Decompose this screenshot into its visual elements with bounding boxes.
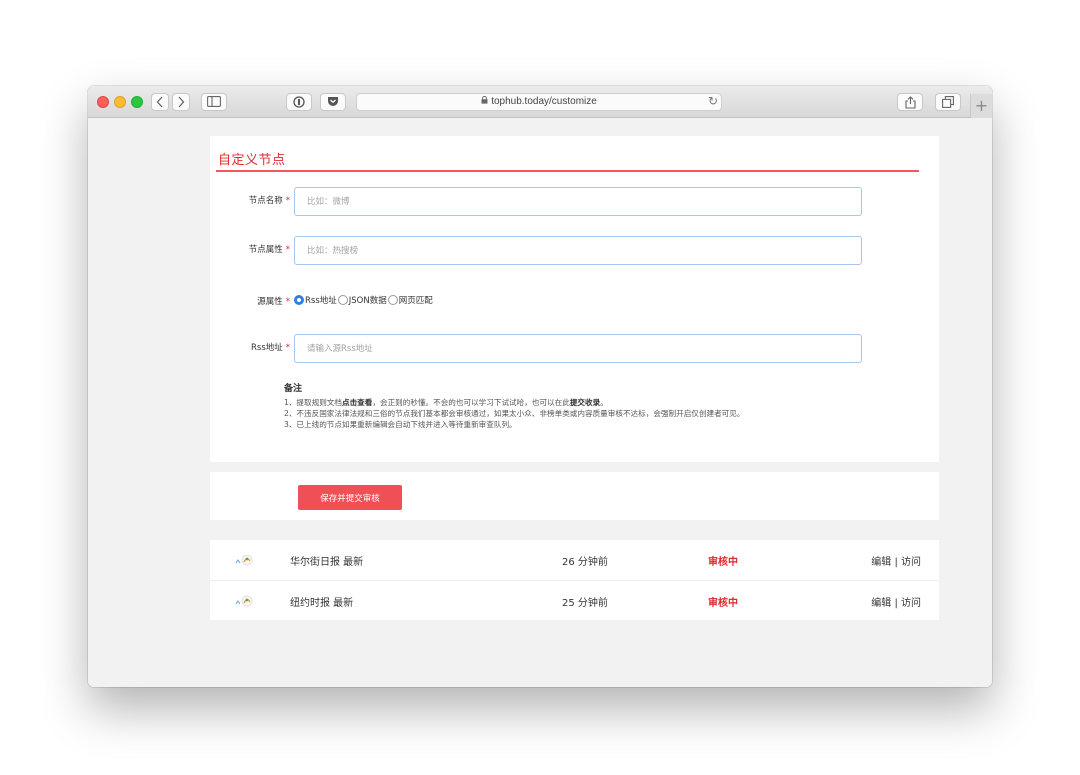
list-item: 纽约时报 最新 25 分钟前 审核中 编辑 | 访问 — [210, 580, 939, 620]
node-logo-icon — [235, 554, 253, 566]
radio-selected-icon — [294, 295, 304, 305]
reload-icon[interactable]: ↻ — [708, 94, 718, 108]
row-actions: 编辑 | 访问 — [871, 553, 921, 568]
radio-empty-icon — [337, 295, 348, 305]
lock-icon — [481, 94, 488, 110]
url-text: tophub.today/customize — [491, 96, 597, 107]
pocket-extension-button[interactable] — [320, 93, 346, 111]
node-name: 华尔街日报 最新 — [290, 557, 364, 568]
radio-rss[interactable]: Rss地址 — [294, 294, 337, 306]
chevron-right-icon — [178, 96, 185, 108]
edit-link[interactable]: 编辑 — [871, 557, 891, 568]
pocket-icon — [328, 97, 338, 106]
tabs-icon — [942, 96, 954, 108]
row-actions: 编辑 | 访问 — [871, 594, 921, 609]
new-tab-button[interactable]: + — [970, 94, 992, 118]
node-name: 纽约时报 最新 — [290, 598, 354, 609]
share-icon — [904, 96, 916, 109]
browser-toolbar: tophub.today/customize ↻ + — [88, 86, 992, 118]
radio-empty-icon — [387, 295, 398, 305]
action-separator: | — [894, 557, 898, 568]
required-mark: * — [285, 196, 290, 206]
required-mark: * — [285, 297, 290, 307]
radio-webpage[interactable]: 网页匹配 — [387, 294, 433, 306]
visit-link[interactable]: 访问 — [901, 598, 921, 609]
notes-heading: 备注 — [284, 384, 303, 394]
radio-json[interactable]: JSON数据 — [337, 294, 387, 306]
status-badge: 审核中 — [708, 598, 738, 609]
required-mark: * — [285, 245, 290, 255]
note-line-2: 2、不违反国家法律法规和三俗的节点我们基本都会审核通过，如果太小众、非榜单类或内… — [284, 409, 745, 418]
chevron-left-icon — [156, 96, 163, 108]
tabs-overview-button[interactable] — [935, 93, 961, 111]
node-logo-icon — [235, 595, 253, 607]
node-name-input[interactable] — [294, 187, 862, 216]
source-attr-label: 源属性 * — [257, 297, 290, 307]
source-attr-radio-group: Rss地址 JSON数据 网页匹配 — [294, 294, 434, 306]
node-name-label: 节点名称 * — [248, 196, 290, 206]
note-line-1: 1、提取规则文档点击查看，会正则的秒懂。不会的也可以学习下试试哈，也可以在此提交… — [284, 398, 608, 407]
required-mark: * — [285, 343, 290, 353]
submission-list: 华尔街日报 最新 26 分钟前 审核中 编辑 | 访问 纽约时报 最新 25 分… — [210, 540, 939, 620]
share-button[interactable] — [897, 93, 923, 111]
submitted-time: 25 分钟前 — [562, 598, 608, 609]
status-badge: 审核中 — [708, 557, 738, 568]
action-separator: | — [894, 598, 898, 609]
privacy-extension-button[interactable] — [286, 93, 312, 111]
custom-node-form: 自定义节点 节点名称* 节点属性* 源属性* Rss地址 JSON数据 — [210, 136, 939, 462]
visit-link[interactable]: 访问 — [901, 557, 921, 568]
close-window-button[interactable] — [97, 96, 109, 108]
node-attr-input[interactable] — [294, 236, 862, 265]
address-bar[interactable]: tophub.today/customize — [356, 93, 722, 111]
save-bar: 保存并提交审核 — [210, 472, 939, 520]
rss-url-input[interactable] — [294, 334, 862, 363]
submit-link[interactable]: 提交收录 — [570, 398, 600, 407]
rss-url-label: Rss地址 * — [250, 343, 290, 353]
sidebar-toggle-button[interactable] — [201, 93, 227, 111]
notes-section: 备注 1、提取规则文档点击查看，会正则的秒懂。不会的也可以学习下试试哈，也可以在… — [284, 384, 744, 430]
list-item: 华尔街日报 最新 26 分钟前 审核中 编辑 | 访问 — [210, 540, 939, 580]
back-button[interactable] — [151, 93, 169, 111]
node-attr-label: 节点属性 * — [248, 245, 290, 255]
forward-button[interactable] — [172, 93, 190, 111]
save-submit-button[interactable]: 保存并提交审核 — [298, 485, 402, 510]
edit-link[interactable]: 编辑 — [871, 598, 891, 609]
page-title: 自定义节点 — [218, 153, 286, 168]
minimize-window-button[interactable] — [114, 96, 126, 108]
zoom-window-button[interactable] — [131, 96, 143, 108]
docs-link[interactable]: 点击查看 — [342, 398, 372, 407]
browser-window: tophub.today/customize ↻ + 自定义节点 节点名称* 节… — [88, 86, 992, 687]
title-divider — [216, 170, 919, 172]
note-line-3: 3、已上线的节点如果重新编辑会自动下线并进入等待重新审查队列。 — [284, 420, 517, 429]
sidebar-icon — [207, 96, 221, 107]
submitted-time: 26 分钟前 — [562, 557, 608, 568]
page-content: 自定义节点 节点名称* 节点属性* 源属性* Rss地址 JSON数据 — [88, 119, 992, 687]
shield-icon — [293, 96, 305, 108]
